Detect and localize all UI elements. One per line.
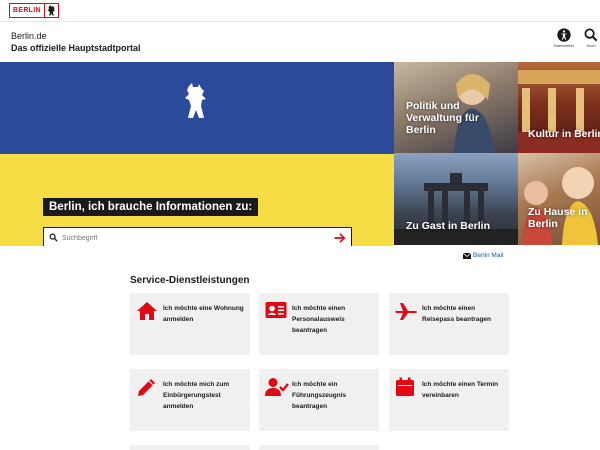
user-check-icon [265, 378, 289, 396]
id-card-icon [265, 302, 287, 318]
tile-photo [522, 167, 598, 245]
site-subtitle[interactable]: Das offizielle Hauptstadtportal [11, 43, 141, 53]
house-icon [137, 302, 157, 320]
service-card-termin[interactable]: Ich möchte einen Termin vereinbaren [389, 369, 509, 431]
site-header: Berlin.de Das offizielle Hauptstadtporta… [0, 22, 600, 62]
service-card-label: Ich möchte mich zum Einbürgerungstest an… [163, 381, 230, 410]
berlin-mail-link[interactable]: Berlin Mail [463, 252, 503, 259]
tile-zu-hause[interactable]: Zu Hause in Berlin [518, 153, 600, 245]
hero-heading: Berlin, ich brauche Informationen zu: [43, 198, 259, 216]
pencil-icon [138, 379, 155, 396]
search-input[interactable] [62, 231, 322, 245]
tile-label: Kultur in Berlin [528, 128, 600, 140]
service-card-einbuergerungstest[interactable]: Ich möchte mich zum Einbürgerungstest an… [130, 369, 250, 431]
tile-zu-gast[interactable]: Zu Gast in Berlin [394, 153, 518, 245]
header-search-button[interactable]: Such [584, 28, 598, 48]
service-card-partial[interactable] [259, 445, 379, 450]
service-card-label: Ich möchte einen Reisepass beantragen [422, 305, 492, 323]
search-label: Such [586, 43, 596, 48]
service-card-label: Ich möchte ein Führungszeugnis beantrage… [292, 381, 347, 410]
tile-label: Politik und Verwaltung für Berlin [406, 100, 479, 136]
mail-link-label: Berlin Mail [473, 252, 504, 259]
tile-label: Zu Hause in Berlin [528, 206, 588, 230]
hero-search-box [43, 227, 352, 246]
service-card-reisepass[interactable]: Ich möchte einen Reisepass beantragen [389, 293, 509, 355]
service-card-wohnung[interactable]: Ich möchte eine Wohnung anmelden [130, 293, 250, 355]
service-card-fuehrungszeugnis[interactable]: Ich möchte ein Führungszeugnis beantrage… [259, 369, 379, 431]
service-card-label: Ich möchte einen Personalausweis beantra… [292, 305, 346, 334]
tile-label: Zu Gast in Berlin [406, 220, 491, 232]
berlin-bear-icon [183, 82, 209, 125]
logo-text: BERLIN [10, 4, 44, 17]
airplane-icon [395, 303, 417, 320]
service-card-personalausweis[interactable]: Ich möchte einen Personalausweis beantra… [259, 293, 379, 355]
service-card-label: Ich möchte eine Wohnung anmelden [163, 305, 244, 323]
berlin-logo[interactable]: BERLIN [9, 3, 59, 18]
tile-kultur[interactable]: Kultur in Berlin [518, 62, 600, 153]
tile-politik[interactable]: Politik und Verwaltung für Berlin [394, 62, 518, 153]
services-title: Service-Dienstleistungen [130, 275, 250, 286]
arrow-right-icon[interactable] [333, 231, 347, 245]
calendar-icon [396, 377, 414, 396]
bear-icon [43, 4, 58, 17]
accessibility-button[interactable]: Barrierefrei [554, 28, 574, 48]
site-name[interactable]: Berlin.de [11, 31, 47, 41]
accessibility-label: Barrierefrei [554, 43, 574, 48]
hero-banner: Berlin, ich brauche Informationen zu: [0, 62, 394, 246]
service-card-label: Ich möchte einen Termin vereinbaren [422, 381, 499, 399]
envelope-icon [463, 252, 471, 259]
search-icon [49, 233, 58, 242]
top-bar: BERLIN [0, 0, 600, 22]
service-card-partial[interactable] [130, 445, 250, 450]
accessibility-icon [557, 28, 571, 42]
search-icon [584, 28, 598, 42]
